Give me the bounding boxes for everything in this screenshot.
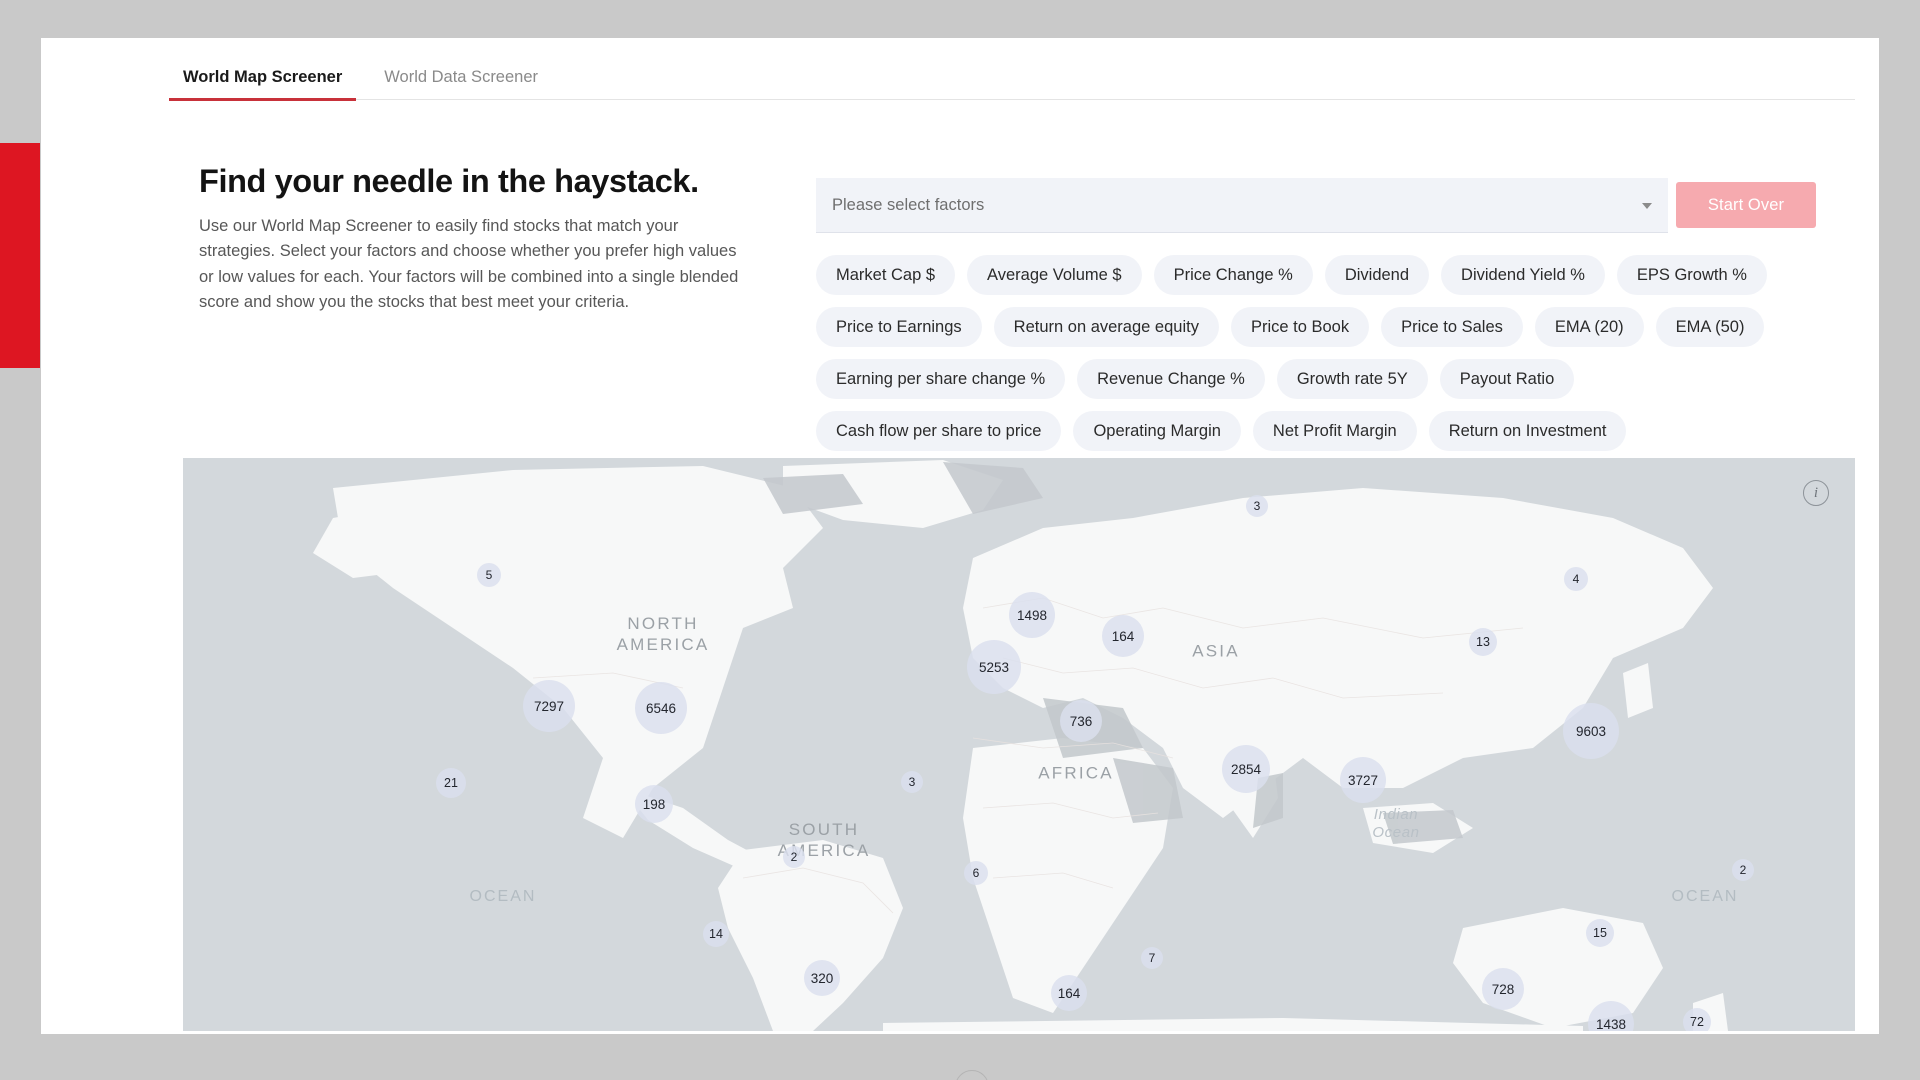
tab-label: World Data Screener bbox=[384, 68, 539, 86]
map-cluster-marker[interactable]: 2854 bbox=[1222, 745, 1270, 793]
app-root: World Map Screener World Data Screener F… bbox=[0, 0, 1920, 1080]
factor-chip[interactable]: Operating Margin bbox=[1073, 411, 1241, 451]
controls-section: Please select factors Start Over Market … bbox=[816, 178, 1856, 463]
map-cluster-marker[interactable]: 6546 bbox=[635, 682, 687, 734]
factor-chip[interactable]: Price to Earnings bbox=[816, 307, 982, 347]
map-cluster-marker[interactable]: 5253 bbox=[967, 640, 1021, 694]
factor-chip[interactable]: Average Volume $ bbox=[967, 255, 1142, 295]
map-cluster-marker[interactable]: 164 bbox=[1102, 615, 1144, 657]
factor-chip[interactable]: Market Cap $ bbox=[816, 255, 956, 295]
map-cluster-marker[interactable]: 3 bbox=[1246, 495, 1268, 517]
factor-select[interactable]: Please select factors bbox=[816, 178, 1668, 233]
main-card: World Map Screener World Data Screener F… bbox=[41, 38, 1879, 1034]
factor-chip-row: Price to Earnings Return on average equit… bbox=[816, 307, 1856, 347]
map-cluster-marker[interactable]: 15 bbox=[1586, 919, 1614, 947]
chevron-down-icon[interactable] bbox=[1642, 203, 1652, 209]
page-title: Find your needle in the haystack. bbox=[199, 163, 699, 199]
factor-chip[interactable]: Net Profit Margin bbox=[1252, 411, 1417, 451]
map-cluster-marker[interactable]: 13 bbox=[1469, 628, 1497, 656]
map-cluster-marker[interactable]: 5 bbox=[477, 563, 501, 587]
factor-chip[interactable]: Return on Investment bbox=[1428, 411, 1627, 451]
factor-chip[interactable]: Dividend Yield % bbox=[1441, 255, 1605, 295]
map-cluster-marker[interactable]: 2 bbox=[1732, 859, 1754, 881]
factor-chip[interactable]: Price to Book bbox=[1230, 307, 1370, 347]
map-cluster-marker[interactable]: 198 bbox=[635, 785, 673, 823]
map-cluster-marker[interactable]: 1498 bbox=[1009, 592, 1055, 638]
factor-chip-row: Market Cap $ Average Volume $ Price Change… bbox=[816, 255, 1856, 295]
factor-chip-list: Market Cap $ Average Volume $ Price Change… bbox=[816, 255, 1856, 451]
map-cluster-marker[interactable]: 72 bbox=[1683, 1008, 1711, 1031]
map-cluster-marker[interactable]: 7297 bbox=[523, 680, 575, 732]
map-cluster-marker[interactable]: 14 bbox=[703, 921, 729, 947]
tab-world-data-screener[interactable]: World Data Screener bbox=[384, 68, 538, 99]
factor-chip[interactable]: EMA (50) bbox=[1655, 307, 1765, 347]
map-cluster-marker[interactable]: 164 bbox=[1051, 975, 1087, 1011]
info-icon[interactable]: i bbox=[1803, 480, 1829, 506]
factor-chip[interactable]: EMA (20) bbox=[1534, 307, 1644, 347]
map-cluster-marker[interactable]: 3727 bbox=[1340, 757, 1386, 803]
factor-chip-row: Earning per share change % Revenue Change… bbox=[816, 359, 1856, 399]
world-map[interactable]: i NORTH AMERICA ASIA AFRICA SOUTH AMERICA OC… bbox=[183, 458, 1855, 1031]
map-cluster-marker[interactable]: 728 bbox=[1482, 968, 1524, 1010]
brand-accent-bar bbox=[0, 143, 40, 368]
factor-select-placeholder: Please select factors bbox=[832, 195, 985, 214]
tab-world-map-screener[interactable]: World Map Screener bbox=[168, 68, 357, 101]
factor-chip[interactable]: Revenue Change % bbox=[1077, 359, 1265, 399]
map-cluster-marker[interactable]: 2 bbox=[783, 846, 805, 868]
factor-chip[interactable]: Cash flow per share to price bbox=[816, 411, 1062, 451]
tab-bar: World Map Screener World Data Screener bbox=[168, 48, 1855, 101]
factor-chip[interactable]: Growth rate 5Y bbox=[1276, 359, 1428, 399]
map-cluster-marker[interactable]: 21 bbox=[436, 768, 466, 798]
factor-chip[interactable]: Dividend bbox=[1324, 255, 1430, 295]
start-over-button[interactable]: Start Over bbox=[1676, 182, 1816, 228]
factor-chip[interactable]: Earning per share change % bbox=[816, 359, 1066, 399]
map-cluster-marker[interactable]: 4 bbox=[1564, 567, 1588, 591]
factor-chip[interactable]: Price Change % bbox=[1153, 255, 1313, 295]
factor-chip[interactable]: Price to Sales bbox=[1381, 307, 1523, 347]
map-cluster-marker[interactable]: 7 bbox=[1141, 947, 1163, 969]
tab-label: World Map Screener bbox=[183, 68, 343, 86]
factor-chip[interactable]: Payout Ratio bbox=[1439, 359, 1575, 399]
factor-chip[interactable]: Return on average equity bbox=[993, 307, 1219, 347]
map-cluster-marker[interactable]: 6 bbox=[964, 861, 988, 885]
intro-section: Find your needle in the haystack. Use ou… bbox=[199, 163, 769, 315]
intro-description: Use our World Map Screener to easily fin… bbox=[199, 217, 739, 311]
map-cluster-marker[interactable]: 3 bbox=[901, 771, 923, 793]
factor-select-row: Please select factors Start Over bbox=[816, 178, 1856, 233]
page-scroll-indicator bbox=[955, 1070, 989, 1080]
map-cluster-marker[interactable]: 9603 bbox=[1563, 703, 1619, 759]
map-cluster-marker[interactable]: 320 bbox=[804, 960, 840, 996]
factor-chip[interactable]: EPS Growth % bbox=[1616, 255, 1767, 295]
factor-chip-row: Cash flow per share to price Operating Ma… bbox=[816, 411, 1856, 451]
map-cluster-marker[interactable]: 736 bbox=[1060, 700, 1102, 742]
